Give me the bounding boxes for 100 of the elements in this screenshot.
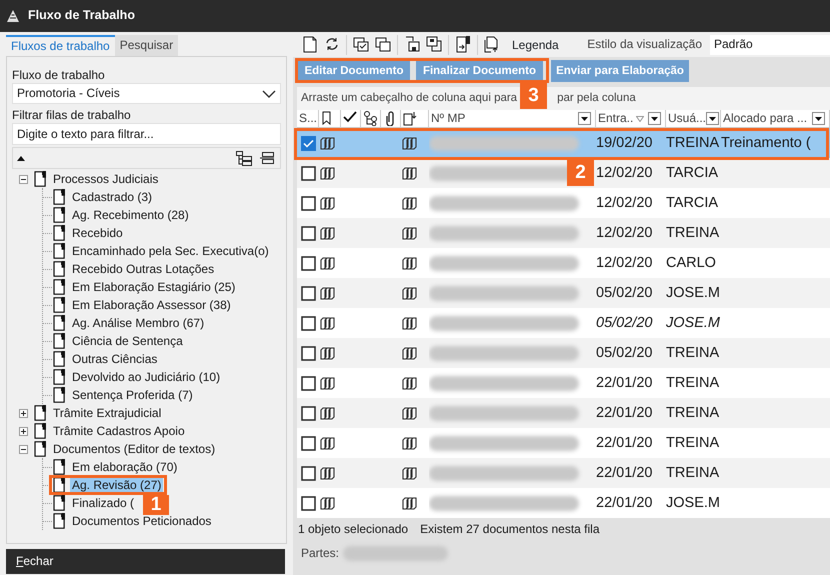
table-row[interactable]: 22/01/20 TREINA bbox=[297, 368, 830, 398]
checkbox[interactable] bbox=[301, 466, 316, 480]
document-icon bbox=[34, 405, 47, 421]
collapse-icon[interactable] bbox=[19, 174, 28, 184]
field-label: Fluxo de trabalho bbox=[12, 68, 106, 83]
chevron-down-icon bbox=[262, 90, 276, 98]
document-stack-icon bbox=[319, 136, 335, 150]
document-icon bbox=[53, 495, 66, 511]
checkbox[interactable] bbox=[301, 406, 316, 420]
collapse-icon[interactable] bbox=[19, 444, 28, 454]
tree-item[interactable]: Em Elaboração Assessor (38) bbox=[70, 298, 233, 312]
checkbox[interactable] bbox=[301, 496, 316, 510]
document-stack-icon bbox=[319, 256, 335, 270]
column-header[interactable]: Alocado para ... bbox=[723, 111, 808, 126]
tree-item[interactable]: Ciência de Sentença bbox=[70, 334, 185, 348]
collapse-all-icon[interactable] bbox=[17, 156, 25, 160]
checkbox[interactable] bbox=[301, 346, 316, 360]
table-cell-text: 12/02/20 bbox=[596, 164, 654, 183]
filter-dropdown-icon[interactable] bbox=[706, 112, 720, 125]
table-row[interactable]: 12/02/20 TREINA bbox=[297, 218, 830, 248]
checkbox[interactable] bbox=[301, 226, 316, 240]
document-stack-icon bbox=[401, 316, 417, 330]
sort-icon[interactable] bbox=[636, 116, 644, 122]
tree-item[interactable]: Em Elaboração Estagiário (25) bbox=[70, 280, 238, 294]
tree-item[interactable]: Em elaboração (70) bbox=[70, 460, 180, 474]
app-logo-icon bbox=[6, 9, 20, 23]
table-cell-text: 12/02/20 bbox=[596, 224, 654, 243]
document-export-icon[interactable] bbox=[484, 36, 500, 53]
checkbox[interactable] bbox=[301, 316, 316, 330]
table-cell-text: JOSE.M bbox=[666, 314, 721, 333]
table-row[interactable]: 12/02/20 TARCIA bbox=[297, 188, 830, 218]
document-stack-icon bbox=[401, 196, 417, 210]
save-copy-icon[interactable] bbox=[426, 36, 442, 53]
refresh-icon[interactable] bbox=[324, 36, 340, 53]
column-header[interactable]: S... bbox=[299, 111, 318, 126]
tree-item[interactable]: Cadastrado (3) bbox=[70, 190, 154, 204]
group-hint-text: par pela coluna bbox=[557, 91, 636, 106]
panel-tab[interactable]: Pesquisar bbox=[114, 35, 178, 56]
save-document-icon[interactable] bbox=[404, 36, 420, 53]
tree-item[interactable]: Encaminhado pela Sec. Executiva(o) bbox=[70, 244, 271, 258]
table-cell-text: TREINA bbox=[666, 434, 720, 453]
close-button[interactable]: Fechar bbox=[6, 549, 285, 574]
filter-dropdown-icon[interactable] bbox=[812, 112, 825, 125]
table-row[interactable]: 12/02/20 CARLO bbox=[297, 248, 830, 278]
tree-item[interactable]: Ag. Recebimento (28) bbox=[70, 208, 191, 222]
tree-item[interactable]: Documentos Peticionados bbox=[70, 514, 214, 528]
table-cell-text: TREINA bbox=[666, 464, 720, 483]
table-row[interactable]: 05/02/20 TREINA bbox=[297, 338, 830, 368]
document-stack-icon bbox=[319, 376, 335, 390]
checkbox[interactable] bbox=[301, 166, 316, 180]
legend-button[interactable]: Legenda bbox=[511, 34, 560, 54]
table-cell-text: TREINA bbox=[666, 224, 720, 243]
check-window-icon[interactable] bbox=[353, 36, 369, 53]
document-arrow-icon[interactable] bbox=[455, 36, 471, 53]
table-cell-text: 19/02/20 bbox=[596, 134, 654, 153]
tree-item[interactable]: Recebido Outras Lotações bbox=[70, 262, 216, 276]
document-stack-icon bbox=[401, 256, 417, 270]
view-style-select[interactable]: Padrão bbox=[710, 34, 830, 54]
tree-item[interactable]: Devolvido ao Judiciário (10) bbox=[70, 370, 222, 384]
table-row[interactable]: 22/01/20 JOSE.M bbox=[297, 488, 830, 518]
checkbox[interactable] bbox=[301, 376, 316, 390]
table-row[interactable]: 22/01/20 TREINA bbox=[297, 428, 830, 458]
document-stack-icon bbox=[401, 226, 417, 240]
tree-item[interactable]: Ag. Revisão (27) bbox=[70, 478, 164, 492]
list-structure-icon[interactable] bbox=[260, 152, 274, 164]
tree-item[interactable]: Trâmite Extrajudicial bbox=[51, 406, 164, 420]
tree-structure-icon[interactable] bbox=[236, 150, 252, 166]
document-stack-icon bbox=[319, 286, 335, 300]
filter-dropdown-icon[interactable] bbox=[578, 112, 591, 125]
tree-item[interactable]: Documentos (Editor de textos) bbox=[51, 442, 218, 456]
tree-item[interactable]: Finalizado ( bbox=[70, 496, 136, 510]
copy-window-icon[interactable] bbox=[375, 36, 391, 53]
column-header[interactable]: Usuá... bbox=[668, 111, 706, 126]
tree-item[interactable]: Ag. Análise Membro (67) bbox=[70, 316, 206, 330]
tree-item[interactable]: Sentença Proferida (7) bbox=[70, 388, 195, 402]
new-document-icon[interactable] bbox=[302, 36, 318, 53]
tree-item[interactable]: Trâmite Cadastros Apoio bbox=[51, 424, 187, 438]
column-header[interactable]: Nº MP bbox=[431, 111, 466, 126]
tree-item[interactable]: Processos Judiciais bbox=[51, 172, 160, 186]
checkbox[interactable] bbox=[301, 136, 316, 150]
column-header[interactable]: Entra.. bbox=[598, 111, 634, 126]
table-row[interactable]: 05/02/20 JOSE.M bbox=[297, 278, 830, 308]
table-cell: Treinamento ( bbox=[721, 134, 811, 152]
workflow-select[interactable]: Promotoria - Cíveis bbox=[12, 83, 281, 104]
checkbox[interactable] bbox=[301, 256, 316, 270]
filter-dropdown-icon[interactable] bbox=[648, 112, 661, 125]
document-icon bbox=[53, 279, 66, 295]
checkbox[interactable] bbox=[301, 286, 316, 300]
tree-item[interactable]: Recebido bbox=[70, 226, 125, 240]
expand-icon[interactable] bbox=[19, 426, 28, 436]
document-icon bbox=[53, 477, 66, 493]
table-cell-text: 22/01/20 bbox=[596, 494, 654, 513]
checkbox[interactable] bbox=[301, 196, 316, 210]
tree-item[interactable]: Outras Ciências bbox=[70, 352, 160, 366]
expand-icon[interactable] bbox=[19, 408, 28, 418]
table-row[interactable]: 22/01/20 TREINA bbox=[297, 398, 830, 428]
filter-field[interactable]: Digite o texto para filtrar... bbox=[12, 123, 281, 145]
table-row[interactable]: 22/01/20 TREINA bbox=[297, 458, 830, 488]
checkbox[interactable] bbox=[301, 436, 316, 450]
table-row[interactable]: 05/02/20 JOSE.M bbox=[297, 308, 830, 338]
